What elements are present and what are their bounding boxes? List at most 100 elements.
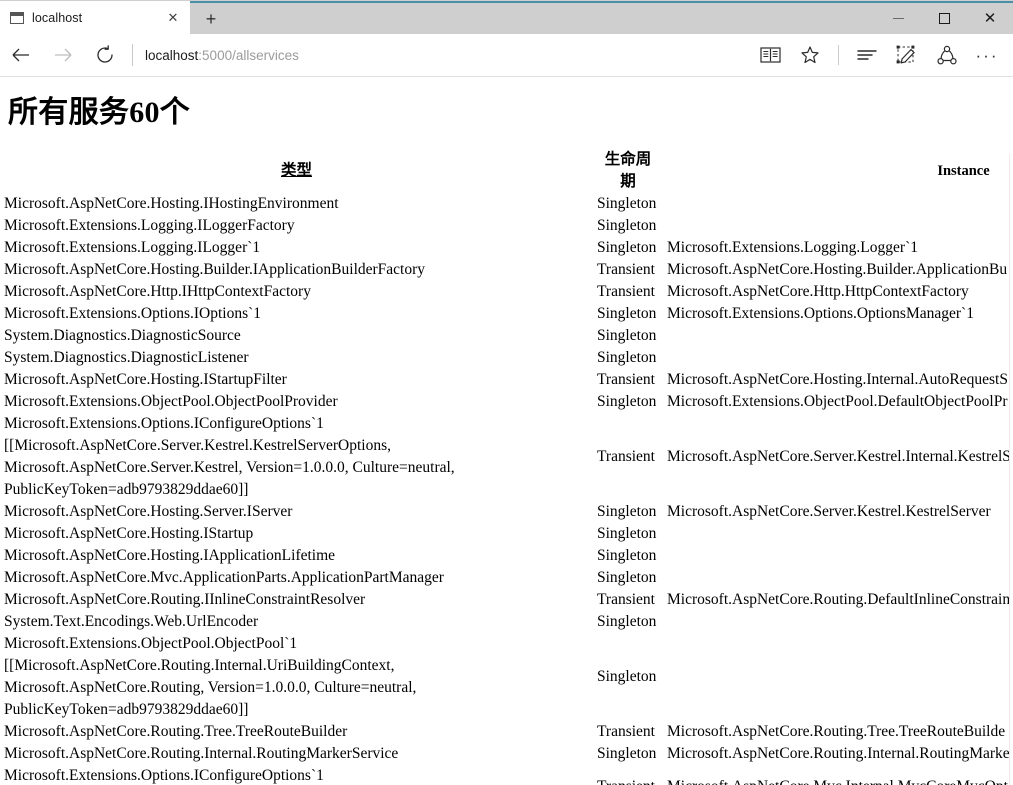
column-header-instance: Instance [663, 149, 1013, 193]
nav-divider [132, 44, 133, 66]
table-header-row: 类型 生命周 期 Instance [0, 149, 1013, 193]
cell-instance [663, 545, 1013, 567]
cell-lifetime: Transient [597, 370, 655, 388]
cell-type: System.Diagnostics.DiagnosticListener [4, 348, 249, 366]
cell-type: Microsoft.Extensions.ObjectPool.ObjectPo… [4, 634, 417, 718]
table-row: Microsoft.AspNetCore.Routing.IInlineCons… [0, 589, 1013, 611]
favorites-button[interactable] [790, 34, 830, 76]
cell-type: Microsoft.AspNetCore.Routing.Tree.TreeRo… [4, 722, 348, 740]
maximize-button[interactable] [921, 3, 967, 34]
more-ellipsis-icon: ··· [975, 45, 999, 65]
cell-type: Microsoft.AspNetCore.Hosting.IApplicatio… [4, 546, 336, 564]
back-button[interactable] [0, 34, 42, 76]
table-row: Microsoft.AspNetCore.Hosting.IHostingEnv… [0, 193, 1013, 215]
cell-type: Microsoft.AspNetCore.Hosting.Builder.IAp… [4, 260, 426, 278]
table-row: Microsoft.AspNetCore.Hosting.IApplicatio… [0, 545, 1013, 567]
cell-type: Microsoft.AspNetCore.Http.IHttpContextFa… [4, 282, 311, 300]
browser-tab-localhost[interactable]: localhost ✕ [0, 1, 190, 34]
cell-instance: Microsoft.AspNetCore.Hosting.Internal.Au… [667, 370, 1008, 388]
forward-button[interactable] [42, 34, 84, 76]
table-row: Microsoft.Extensions.Options.IOptions`1 S… [0, 303, 1013, 325]
share-button[interactable] [927, 34, 967, 76]
cell-type: Microsoft.AspNetCore.Hosting.IHostingEnv… [4, 194, 339, 212]
cell-lifetime: Singleton [597, 326, 657, 344]
cell-instance: Microsoft.AspNetCore.Routing.DefaultInli… [667, 590, 1011, 608]
maximize-icon [938, 13, 950, 24]
refresh-button[interactable] [84, 34, 126, 76]
table-row: Microsoft.AspNetCore.Hosting.Builder.IAp… [0, 259, 1013, 281]
cell-type: Microsoft.Extensions.Logging.ILoggerFact… [4, 216, 295, 234]
services-table: 类型 生命周 期 Instance Microsoft.AspNetCore.H… [0, 149, 1013, 785]
cell-lifetime: Transient [597, 260, 655, 278]
cell-instance: Microsoft.AspNetCore.Http.HttpContextFac… [667, 282, 969, 300]
minimize-button[interactable] [875, 3, 921, 34]
table-row: Microsoft.Extensions.ObjectPool.ObjectPo… [0, 391, 1013, 413]
cell-type: Microsoft.AspNetCore.Hosting.Server.ISer… [4, 502, 293, 520]
cell-lifetime: Singleton [597, 546, 657, 564]
reading-list-button[interactable] [847, 34, 887, 76]
column-header-instance-label: Instance [937, 162, 990, 179]
cell-instance [663, 325, 1013, 347]
close-tab-icon[interactable]: ✕ [162, 7, 184, 29]
cell-lifetime: Singleton [597, 304, 657, 322]
cell-lifetime: Transient [593, 765, 663, 785]
cell-lifetime: Singleton [597, 392, 657, 410]
column-header-lifetime-label-line1: 生命周 [604, 150, 652, 168]
more-button[interactable]: ··· [967, 34, 1007, 76]
column-header-lifetime: 生命周 期 [593, 149, 663, 193]
pencil-note-icon [896, 45, 915, 64]
table-body: Microsoft.AspNetCore.Hosting.IHostingEnv… [0, 193, 1013, 785]
book-icon [759, 47, 781, 63]
browser-toolbar: ··· [750, 34, 1013, 76]
column-header-lifetime-label-line2: 期 [620, 172, 636, 190]
table-row: Microsoft.AspNetCore.Routing.Tree.TreeRo… [0, 721, 1013, 743]
star-icon [801, 46, 819, 64]
cell-instance [663, 611, 1013, 633]
cell-lifetime: Singleton [597, 744, 657, 762]
column-header-type-label: 类型 [280, 161, 312, 179]
cell-type: Microsoft.AspNetCore.Hosting.IStartup [4, 524, 254, 542]
cell-type: Microsoft.AspNetCore.Mvc.ApplicationPart… [4, 568, 444, 586]
cell-lifetime: Singleton [597, 667, 657, 685]
table-row: Microsoft.AspNetCore.Http.IHttpContextFa… [0, 281, 1013, 303]
cell-instance [663, 567, 1013, 589]
table-row: Microsoft.Extensions.Logging.ILogger`1 Si… [0, 237, 1013, 259]
table-row: Microsoft.Extensions.Logging.ILoggerFact… [0, 215, 1013, 237]
vertical-scrollbar[interactable] [1009, 154, 1013, 785]
cell-lifetime: Singleton [597, 612, 657, 630]
table-row: Microsoft.AspNetCore.Hosting.IStartupFil… [0, 369, 1013, 391]
new-tab-button[interactable]: + [190, 1, 232, 34]
cell-lifetime: Singleton [597, 194, 657, 212]
back-arrow-icon [12, 48, 29, 62]
close-window-button[interactable]: ✕ [967, 3, 1013, 34]
cell-instance: Microsoft.AspNetCore.Routing.Tree.TreeRo… [667, 722, 1006, 740]
table-row: Microsoft.Extensions.ObjectPool.ObjectPo… [0, 633, 1013, 721]
web-note-button[interactable] [887, 34, 927, 76]
cell-instance: Microsoft.AspNetCore.Mvc.Internal.MvcCor… [663, 765, 1013, 785]
cell-type: Microsoft.Extensions.ObjectPool.ObjectPo… [4, 392, 338, 410]
reading-view-button[interactable] [750, 34, 790, 76]
cell-lifetime: Singleton [597, 216, 657, 234]
cell-instance: Microsoft.Extensions.Logging.Logger`1 [667, 238, 918, 256]
address-bar[interactable]: localhost:5000/allservices [145, 34, 750, 76]
window-controls: ✕ [875, 1, 1013, 34]
hub-lines-icon [857, 50, 877, 60]
cell-instance [663, 523, 1013, 545]
forward-arrow-icon [55, 48, 72, 62]
cell-lifetime: Transient [597, 447, 655, 465]
table-row: Microsoft.Extensions.Options.IConfigureO… [0, 413, 1013, 501]
cell-instance [663, 633, 1013, 721]
table-row: System.Diagnostics.DiagnosticSource Singl… [0, 325, 1013, 347]
cell-type: Microsoft.AspNetCore.Hosting.IStartupFil… [4, 370, 287, 388]
table-row: Microsoft.AspNetCore.Mvc.ApplicationPart… [0, 567, 1013, 589]
cell-instance [663, 193, 1013, 215]
cell-type: Microsoft.Extensions.Options.IConfigureO… [4, 414, 455, 498]
cell-type: Microsoft.AspNetCore.Routing.Internal.Ro… [4, 744, 399, 762]
page-content: 所有服务60个 类型 生命周 期 Instance Microsoft.AspN… [0, 77, 1013, 785]
cell-instance [663, 347, 1013, 369]
cell-instance [663, 215, 1013, 237]
cell-instance: Microsoft.AspNetCore.Server.Kestrel.Inte… [667, 447, 1011, 465]
table-row: System.Diagnostics.DiagnosticListener Sin… [0, 347, 1013, 369]
cell-type: System.Diagnostics.DiagnosticSource [4, 326, 241, 344]
page-icon [10, 11, 24, 24]
